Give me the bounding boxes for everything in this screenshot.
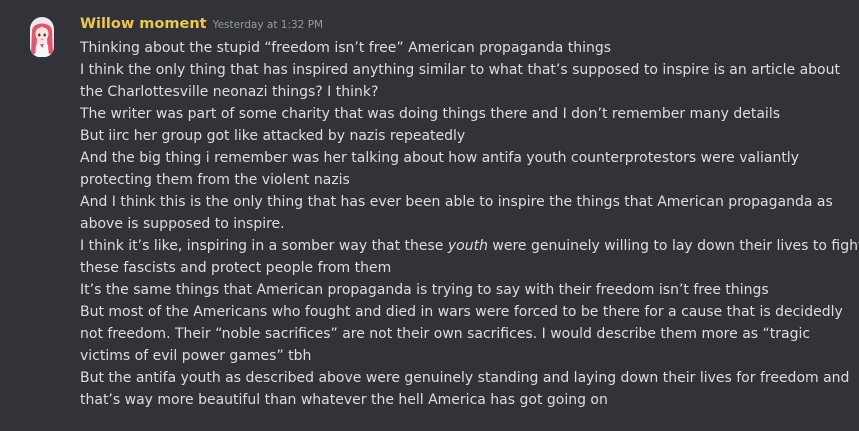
- message-line: above is supposed to inspire.: [80, 216, 285, 232]
- message-line: protecting them from the violent nazis: [80, 172, 350, 188]
- message-line: But the antifa youth as described above …: [80, 370, 850, 386]
- message-header: Willow moment Yesterday at 1:32 PM: [80, 13, 323, 35]
- message-text-segment: I think it’s like, inspiring in a somber…: [80, 238, 444, 254]
- username[interactable]: Willow moment: [80, 16, 207, 32]
- chat-message: Willow moment Yesterday at 1:32 PM Thinki…: [0, 0, 859, 431]
- message-line-mixed: I think it’s like, inspiring in a somber…: [80, 235, 859, 257]
- message-line: not freedom. Their “noble sacrifices” ar…: [80, 326, 811, 342]
- message-line: these fascists and protect people from t…: [80, 260, 392, 276]
- timestamp[interactable]: Yesterday at 1:32 PM: [213, 19, 324, 31]
- message-content: Thinking about the stupid “freedom isn’t…: [80, 37, 859, 411]
- message-line: But most of the Americans who fought and…: [80, 304, 843, 320]
- italic-text: youth: [447, 238, 488, 254]
- avatar-image-icon: [30, 17, 54, 57]
- message-line: I think the only thing that has inspired…: [80, 62, 840, 78]
- message-line: And the big thing i remember was her tal…: [80, 150, 799, 166]
- user-avatar[interactable]: [30, 17, 54, 57]
- message-line: the Charlottesville neonazi things? I th…: [80, 84, 379, 100]
- message-text-segment: were genuinely willing to lay down their…: [492, 238, 859, 254]
- message-line: The writer was part of some charity that…: [80, 106, 781, 122]
- message-line: But iirc her group got like attacked by …: [80, 128, 466, 144]
- message-line: victims of evil power games” tbh: [80, 348, 312, 364]
- message-line: that’s way more beautiful than whatever …: [80, 392, 608, 408]
- message-line: Thinking about the stupid “freedom isn’t…: [80, 40, 612, 56]
- message-line: And I think this is the only thing that …: [80, 194, 833, 210]
- message-line: It’s the same things that American propa…: [80, 282, 769, 298]
